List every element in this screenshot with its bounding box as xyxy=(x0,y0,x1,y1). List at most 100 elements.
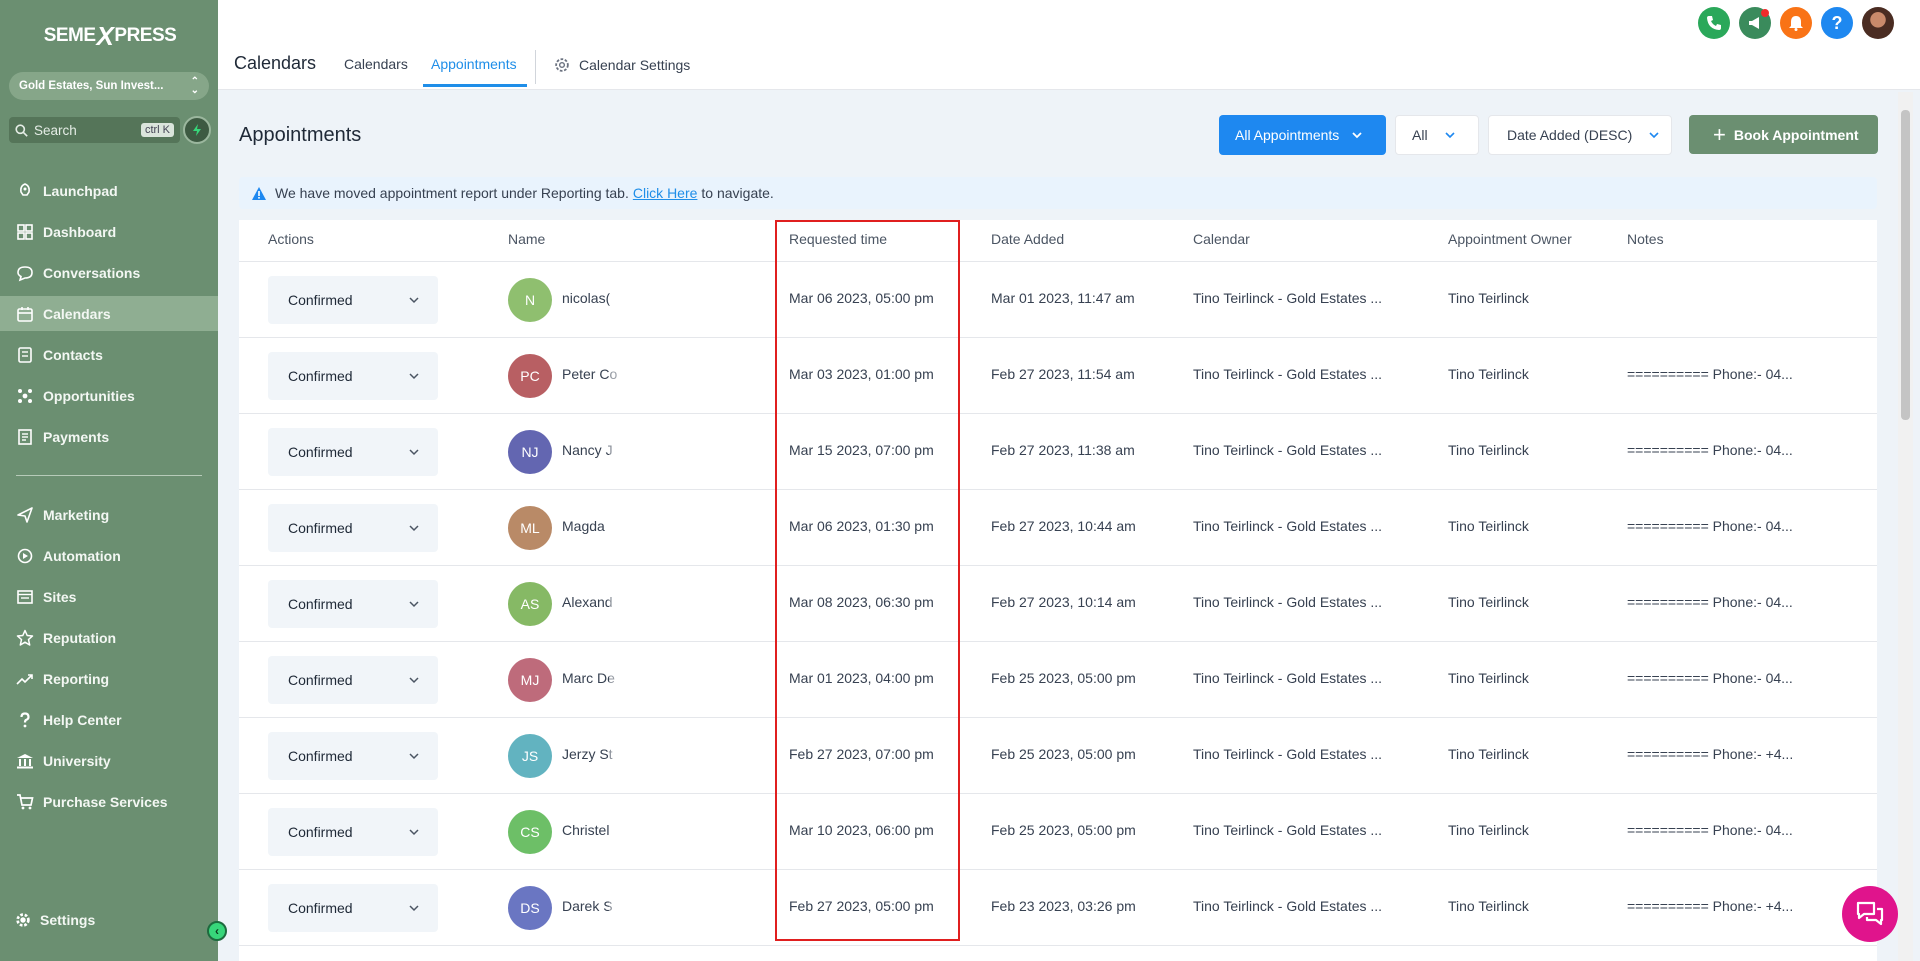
sidebar-item-contacts[interactable]: Contacts xyxy=(0,337,218,372)
contact-name[interactable]: Christel xyxy=(562,822,609,838)
column-header-name[interactable]: Name xyxy=(508,231,545,247)
contact-name[interactable]: Jerzy St xyxy=(562,746,613,762)
sidebar-item-calendars[interactable]: Calendars xyxy=(0,296,218,331)
sidebar-item-launchpad[interactable]: Launchpad xyxy=(0,173,218,208)
top-bar: Calendars Calendars Appointments Calenda… xyxy=(218,0,1920,90)
date-added: Feb 25 2023, 05:00 pm xyxy=(991,822,1136,838)
status-label: Confirmed xyxy=(288,520,353,536)
send-icon xyxy=(17,506,33,523)
sidebar-item-label: University xyxy=(43,752,111,769)
appointment-owner: Tino Teirlinck xyxy=(1448,670,1529,686)
user-avatar[interactable] xyxy=(1862,7,1894,39)
table-row[interactable]: Confirmed JS Jerzy St Feb 27 2023, 07:00 pm… xyxy=(239,718,1877,794)
status-label: Confirmed xyxy=(288,748,353,764)
sidebar-item-settings[interactable]: Settings xyxy=(14,911,95,929)
brand-logo[interactable]: SEME X PRESS xyxy=(44,18,177,54)
phone-icon xyxy=(1707,16,1721,30)
status-dropdown[interactable]: Confirmed xyxy=(268,808,438,856)
contact-name[interactable]: Nancy J xyxy=(562,442,613,458)
contact-name[interactable]: nicolas( xyxy=(562,290,610,306)
sidebar-nav-secondary: Marketing Automation Sites Reputation Report… xyxy=(0,497,218,825)
account-switcher[interactable]: Gold Estates, Sun Invest... ⌃ ⌄ xyxy=(9,72,209,100)
sidebar-item-help-center[interactable]: Help Center xyxy=(0,702,218,737)
announcements-button[interactable] xyxy=(1739,7,1771,39)
notes: ========== Phone:- 04... xyxy=(1627,594,1793,610)
grid-icon xyxy=(17,223,33,240)
column-header-date-added[interactable]: Date Added xyxy=(991,231,1064,247)
collapse-sidebar-button[interactable]: ‹ xyxy=(207,921,227,941)
banner-link[interactable]: Click Here xyxy=(633,185,698,201)
sidebar-item-conversations[interactable]: Conversations xyxy=(0,255,218,290)
contact-book-icon xyxy=(18,346,32,363)
sidebar-item-reporting[interactable]: Reporting xyxy=(0,661,218,696)
contact-name[interactable]: Alexand xyxy=(562,594,613,610)
sidebar-item-marketing[interactable]: Marketing xyxy=(0,497,218,532)
chat-widget-button[interactable] xyxy=(1842,886,1898,942)
book-appointment-button[interactable]: + Book Appointment xyxy=(1689,115,1878,154)
status-dropdown[interactable]: Confirmed xyxy=(268,580,438,628)
column-header-appointment-owner[interactable]: Appointment Owner xyxy=(1448,231,1572,247)
contact-name[interactable]: Marc De xyxy=(562,670,615,686)
sidebar-item-university[interactable]: University xyxy=(0,743,218,778)
table-row[interactable]: Confirmed NJ Nancy J Mar 15 2023, 07:00 pm F… xyxy=(239,414,1877,490)
contact-name[interactable]: Darek S xyxy=(562,898,613,914)
redacted-area xyxy=(609,346,734,406)
table-row[interactable]: Confirmed CS Christel Mar 10 2023, 06:00 pm… xyxy=(239,794,1877,870)
redacted-area xyxy=(609,802,734,862)
contact-name[interactable]: Magda xyxy=(562,518,605,534)
notifications-button[interactable] xyxy=(1780,7,1812,39)
sidebar-item-dashboard[interactable]: Dashboard xyxy=(0,214,218,249)
sidebar-item-sites[interactable]: Sites xyxy=(0,579,218,614)
search-placeholder: Search xyxy=(34,122,77,138)
column-header-requested-time[interactable]: Requested time xyxy=(789,231,887,247)
redacted-area xyxy=(609,498,734,558)
table-row[interactable]: Confirmed ML Magda Mar 06 2023, 01:30 pm Feb… xyxy=(239,490,1877,566)
status-dropdown[interactable]: Confirmed xyxy=(268,732,438,780)
column-header-notes[interactable]: Notes xyxy=(1627,231,1664,247)
sort-dropdown[interactable]: Date Added (DESC) xyxy=(1488,115,1672,155)
contact-avatar: AS xyxy=(508,582,552,626)
contact-avatar: NJ xyxy=(508,430,552,474)
table-row[interactable]: Confirmed AS Alexand Mar 08 2023, 06:30 pm F… xyxy=(239,566,1877,642)
date-added: Feb 27 2023, 10:14 am xyxy=(991,594,1136,610)
scrollbar-thumb[interactable] xyxy=(1901,110,1910,420)
table-row[interactable]: Confirmed DS Darek S Feb 27 2023, 05:00 pm F… xyxy=(239,870,1877,946)
tab-calendar-settings[interactable]: Calendar Settings xyxy=(553,56,690,74)
page-scrollbar[interactable] xyxy=(1898,92,1913,961)
status-dropdown[interactable]: Confirmed xyxy=(268,884,438,932)
tab-separator xyxy=(535,50,536,84)
quick-action-button[interactable] xyxy=(183,116,211,144)
sidebar-item-payments[interactable]: Payments xyxy=(0,419,218,454)
status-label: Confirmed xyxy=(288,444,353,460)
tab-calendars[interactable]: Calendars xyxy=(344,56,408,72)
sidebar-item-automation[interactable]: Automation xyxy=(0,538,218,573)
status-dropdown[interactable]: Confirmed xyxy=(268,504,438,552)
search-input[interactable]: Search ctrl K xyxy=(9,117,180,143)
sidebar-item-label: Dashboard xyxy=(43,223,117,240)
date-added: Mar 01 2023, 11:47 am xyxy=(991,290,1135,306)
table-row[interactable]: Confirmed Nnicolas(Mar 06 2023, 05:00 pm M… xyxy=(239,262,1877,338)
status-dropdown[interactable]: Confirmed xyxy=(268,656,438,704)
status-dropdown[interactable]: Confirmed xyxy=(268,352,438,400)
sidebar-item-opportunities[interactable]: Opportunities xyxy=(0,378,218,413)
chevron-down-icon xyxy=(409,373,419,380)
status-dropdown[interactable]: Confirmed xyxy=(268,276,438,324)
status-filter-dropdown[interactable]: All xyxy=(1395,115,1479,155)
column-header-calendar[interactable]: Calendar xyxy=(1193,231,1250,247)
table-row[interactable]: Confirmed PC Peter Co Mar 03 2023, 01:00 pm… xyxy=(239,338,1877,414)
sidebar-item-reputation[interactable]: Reputation xyxy=(0,620,218,655)
status-dropdown[interactable]: Confirmed xyxy=(268,428,438,476)
requested-time: Mar 06 2023, 05:00 pm xyxy=(789,290,934,306)
tab-appointments[interactable]: Appointments xyxy=(431,56,517,72)
sidebar-item-purchase-services[interactable]: Purchase Services xyxy=(0,784,218,819)
help-button[interactable]: ? xyxy=(1821,7,1853,39)
requested-time: Mar 01 2023, 04:00 pm xyxy=(789,670,934,686)
all-appointments-dropdown[interactable]: All Appointments xyxy=(1219,115,1386,155)
table-row[interactable]: Confirmed MJ Marc De Mar 01 2023, 04:00 pm F… xyxy=(239,642,1877,718)
column-header-actions[interactable]: Actions xyxy=(268,231,314,247)
lightning-icon xyxy=(193,124,201,136)
phone-button[interactable] xyxy=(1698,7,1730,39)
chevron-down-icon xyxy=(409,905,419,912)
sidebar-item-label: Launchpad xyxy=(43,182,118,199)
active-tab-indicator xyxy=(423,84,527,87)
